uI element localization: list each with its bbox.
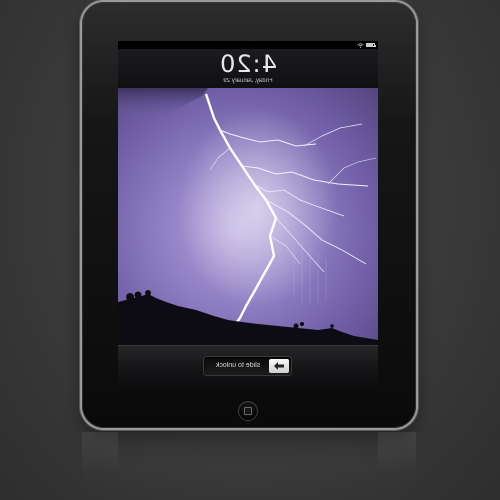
arrow-left-icon xyxy=(274,362,284,370)
clock-time: 4:20 xyxy=(219,50,277,78)
battery-icon xyxy=(366,43,376,47)
status-bar xyxy=(118,41,378,49)
home-square-icon xyxy=(244,407,252,415)
lock-screen: 4:20 Friday, January 29 slide to unlock xyxy=(118,41,378,389)
status-right xyxy=(357,41,376,49)
tablet-device: 4:20 Friday, January 29 slide to unlock xyxy=(82,2,416,428)
unlock-knob[interactable] xyxy=(269,359,289,373)
clock-panel: 4:20 Friday, January 29 xyxy=(118,49,378,89)
home-button[interactable] xyxy=(239,402,257,420)
lightning-wallpaper xyxy=(118,88,378,346)
screen-reflection xyxy=(118,432,378,472)
bolt-branch xyxy=(327,157,377,185)
unlock-label: slide to unlock xyxy=(215,362,261,369)
clock-date: Friday, January 29 xyxy=(223,78,273,84)
stage: 4:20 Friday, January 29 slide to unlock xyxy=(0,0,500,500)
device-reflection xyxy=(82,432,416,500)
unlock-bar: slide to unlock xyxy=(118,345,378,389)
unlock-slider[interactable]: slide to unlock xyxy=(204,357,291,375)
wallpaper-image xyxy=(118,88,378,346)
wifi-icon xyxy=(357,42,364,48)
storm-cloud xyxy=(118,88,208,119)
signal-indicator xyxy=(121,41,135,49)
bolt-glow xyxy=(178,108,338,308)
